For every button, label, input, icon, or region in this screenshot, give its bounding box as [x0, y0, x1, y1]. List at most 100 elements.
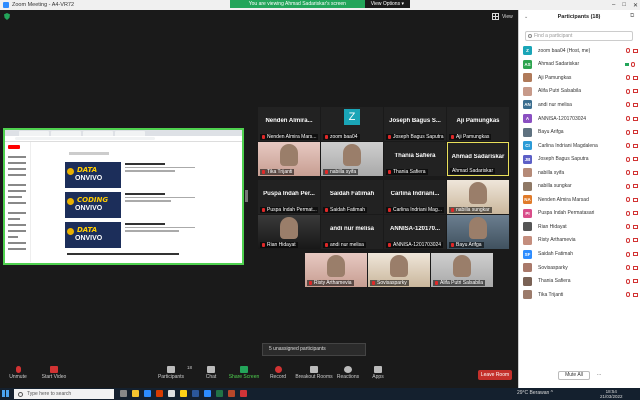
participant-avatar: PI [523, 208, 532, 218]
acrobat-icon[interactable] [240, 390, 247, 397]
participant-row[interactable]: AS Ahmad Sadariskar [523, 58, 638, 72]
participant-row[interactable]: Sovisasparky [523, 261, 638, 275]
tile-name: Thania Safiera [394, 153, 436, 159]
video-tile[interactable]: Carlina Indriani... Carlina Indriani Mag… [384, 180, 446, 214]
video-tile[interactable]: Puspa Indah Per... Puspa Indah Permat... [258, 180, 320, 214]
video-tile[interactable]: Saidah Fatimah Saidah Fatimah [321, 180, 383, 214]
breakout-rooms-button[interactable]: Breakout Rooms [294, 366, 334, 388]
participant-row[interactable]: Aji Pamungkas [523, 71, 638, 85]
chat-button[interactable]: Chat [202, 366, 220, 388]
taskbar-clock[interactable]: 18:54 21/03/2022 [600, 389, 623, 400]
unmute-button[interactable]: Unmute [6, 366, 30, 388]
share-screen-button[interactable]: Share Screen [228, 366, 260, 388]
participant-row[interactable]: A ANNISA-1201703024 [523, 112, 638, 126]
video-tile[interactable]: Tika Trijanti [258, 142, 320, 176]
video-tile[interactable]: Aji Pamungkas Aji Pamungkas [447, 107, 509, 141]
record-button[interactable]: Record [268, 366, 288, 388]
participant-avatar [523, 235, 532, 245]
video-off-icon [633, 292, 638, 297]
task-view-icon[interactable] [120, 390, 127, 397]
word-icon[interactable] [192, 390, 199, 397]
participant-row[interactable]: PI Puspa Indah Permatasari [523, 207, 638, 221]
split-drag-handle[interactable] [245, 190, 248, 202]
video-tile[interactable]: Bayu Arifga [447, 215, 509, 249]
participant-row[interactable]: Bayu Arifga [523, 125, 638, 139]
microphone-icon [15, 366, 21, 373]
participant-row[interactable]: JB Joseph Bagus Saputra [523, 152, 638, 166]
video-tile[interactable]: Risty Arthamevia [305, 253, 367, 287]
participant-name: Saidah Fatimah [538, 251, 574, 257]
participant-row[interactable]: nabilla sungkar [523, 180, 638, 194]
participant-name: Tika Trijanti [538, 291, 564, 298]
muted-mic-icon [262, 134, 265, 139]
participant-search-input[interactable] [534, 33, 629, 39]
view-options-button[interactable]: View Options ▾ [364, 0, 410, 8]
video-tile[interactable]: Alifa Putri Salsabila [431, 253, 493, 287]
muted-mic-icon [626, 224, 630, 230]
more-options-button[interactable]: ... [597, 371, 601, 377]
video-tile-active-speaker[interactable]: Ahmad Sadariskar Ahmad Sadariskar [447, 142, 509, 176]
file-explorer-icon[interactable] [132, 390, 139, 397]
video-tile[interactable]: nabilla sungkar [447, 180, 509, 214]
chrome-icon[interactable] [180, 390, 187, 397]
view-button[interactable]: View [492, 12, 513, 21]
apps-button[interactable]: Apps [370, 366, 386, 388]
video-tile[interactable]: ANNISA-120170... ANNISA-1201703024 [384, 215, 446, 249]
store-icon[interactable] [168, 390, 175, 397]
video-off-icon [633, 157, 638, 162]
participant-avatar [523, 86, 532, 96]
powerpoint-icon[interactable] [228, 390, 235, 397]
reactions-button[interactable]: Reactions [336, 366, 360, 388]
start-video-button[interactable]: Start Video [38, 366, 70, 388]
participant-row[interactable]: NA Nenden Almira Marsad [523, 193, 638, 207]
minimize-icon[interactable]: – [612, 2, 615, 8]
video-tile[interactable]: Nenden Almira... Nenden Almira Mars... [258, 107, 320, 141]
participant-avatar: JB [523, 154, 532, 164]
participant-avatar [523, 73, 532, 83]
tile-label: nabilla syifa [330, 169, 357, 175]
participant-row[interactable]: Zzoom baa04 (Host, me) [523, 44, 638, 58]
participant-row[interactable]: AN andi nur melisa [523, 98, 638, 112]
video-tile[interactable]: Joseph Bagus S... Joseph Bagus Saputra [384, 107, 446, 141]
muted-mic-icon [626, 143, 630, 149]
participant-video [276, 216, 302, 242]
video-info [125, 193, 195, 204]
participants-icon [167, 366, 175, 373]
video-tile[interactable]: nabilla syifa [321, 142, 383, 176]
leave-room-button[interactable]: Leave Room [478, 370, 512, 380]
video-tile[interactable]: Thania Safiera Thania Safiera [384, 142, 446, 176]
windows-start-icon[interactable] [2, 390, 9, 397]
office-icon[interactable] [156, 390, 163, 397]
participant-row[interactable]: Risty Arthamevia [523, 234, 638, 248]
participant-row[interactable]: Tika Trijanti [523, 288, 638, 302]
tile-label: Tika Trijanti [267, 169, 293, 175]
video-tile[interactable]: Rian Hidayat [258, 215, 320, 249]
muted-mic-icon [626, 278, 630, 284]
participant-row[interactable]: SF Saidah Fatimah [523, 247, 638, 261]
video-tile[interactable]: Sovisasparky [368, 253, 430, 287]
close-icon[interactable]: ✕ [633, 2, 638, 9]
unassigned-participants-notice[interactable]: 5 unassigned participants [262, 343, 366, 356]
participant-search[interactable] [525, 31, 633, 41]
close-panel-icon[interactable]: ⧉ [630, 13, 634, 20]
edge-browser-icon[interactable] [144, 390, 151, 397]
video-tile[interactable]: andi nur melisa andi nur melisa [321, 215, 383, 249]
tile-label: Rian Hidayat [267, 242, 296, 248]
tile-label: Aji Pamungkas [456, 134, 490, 140]
maximize-icon[interactable]: □ [622, 2, 626, 8]
zoom-taskbar-icon[interactable] [204, 390, 211, 397]
weather-widget[interactable]: 29°C Berawan ^ [517, 390, 553, 396]
participant-row[interactable]: nabilla syifa [523, 166, 638, 180]
participant-row[interactable]: Alifa Putri Salsabila [523, 85, 638, 99]
shared-screen[interactable]: DATA ONVIVO CODING ONVIVO DATA ONVIVO [3, 128, 244, 265]
video-off-icon [633, 224, 638, 229]
participant-row[interactable]: Rian Hidayat [523, 220, 638, 234]
participant-row[interactable]: CI Carlina Indriani Magdalena [523, 139, 638, 153]
participant-row[interactable]: Thania Safiera [523, 274, 638, 288]
participants-button[interactable]: 18 Participants [156, 365, 192, 388]
video-off-icon [633, 265, 638, 270]
excel-icon[interactable] [216, 390, 223, 397]
video-tile[interactable]: Z zoom baa04 [321, 107, 383, 141]
mute-all-button[interactable]: Mute All [558, 371, 590, 380]
taskbar-search-box[interactable]: Type here to search [14, 389, 114, 399]
